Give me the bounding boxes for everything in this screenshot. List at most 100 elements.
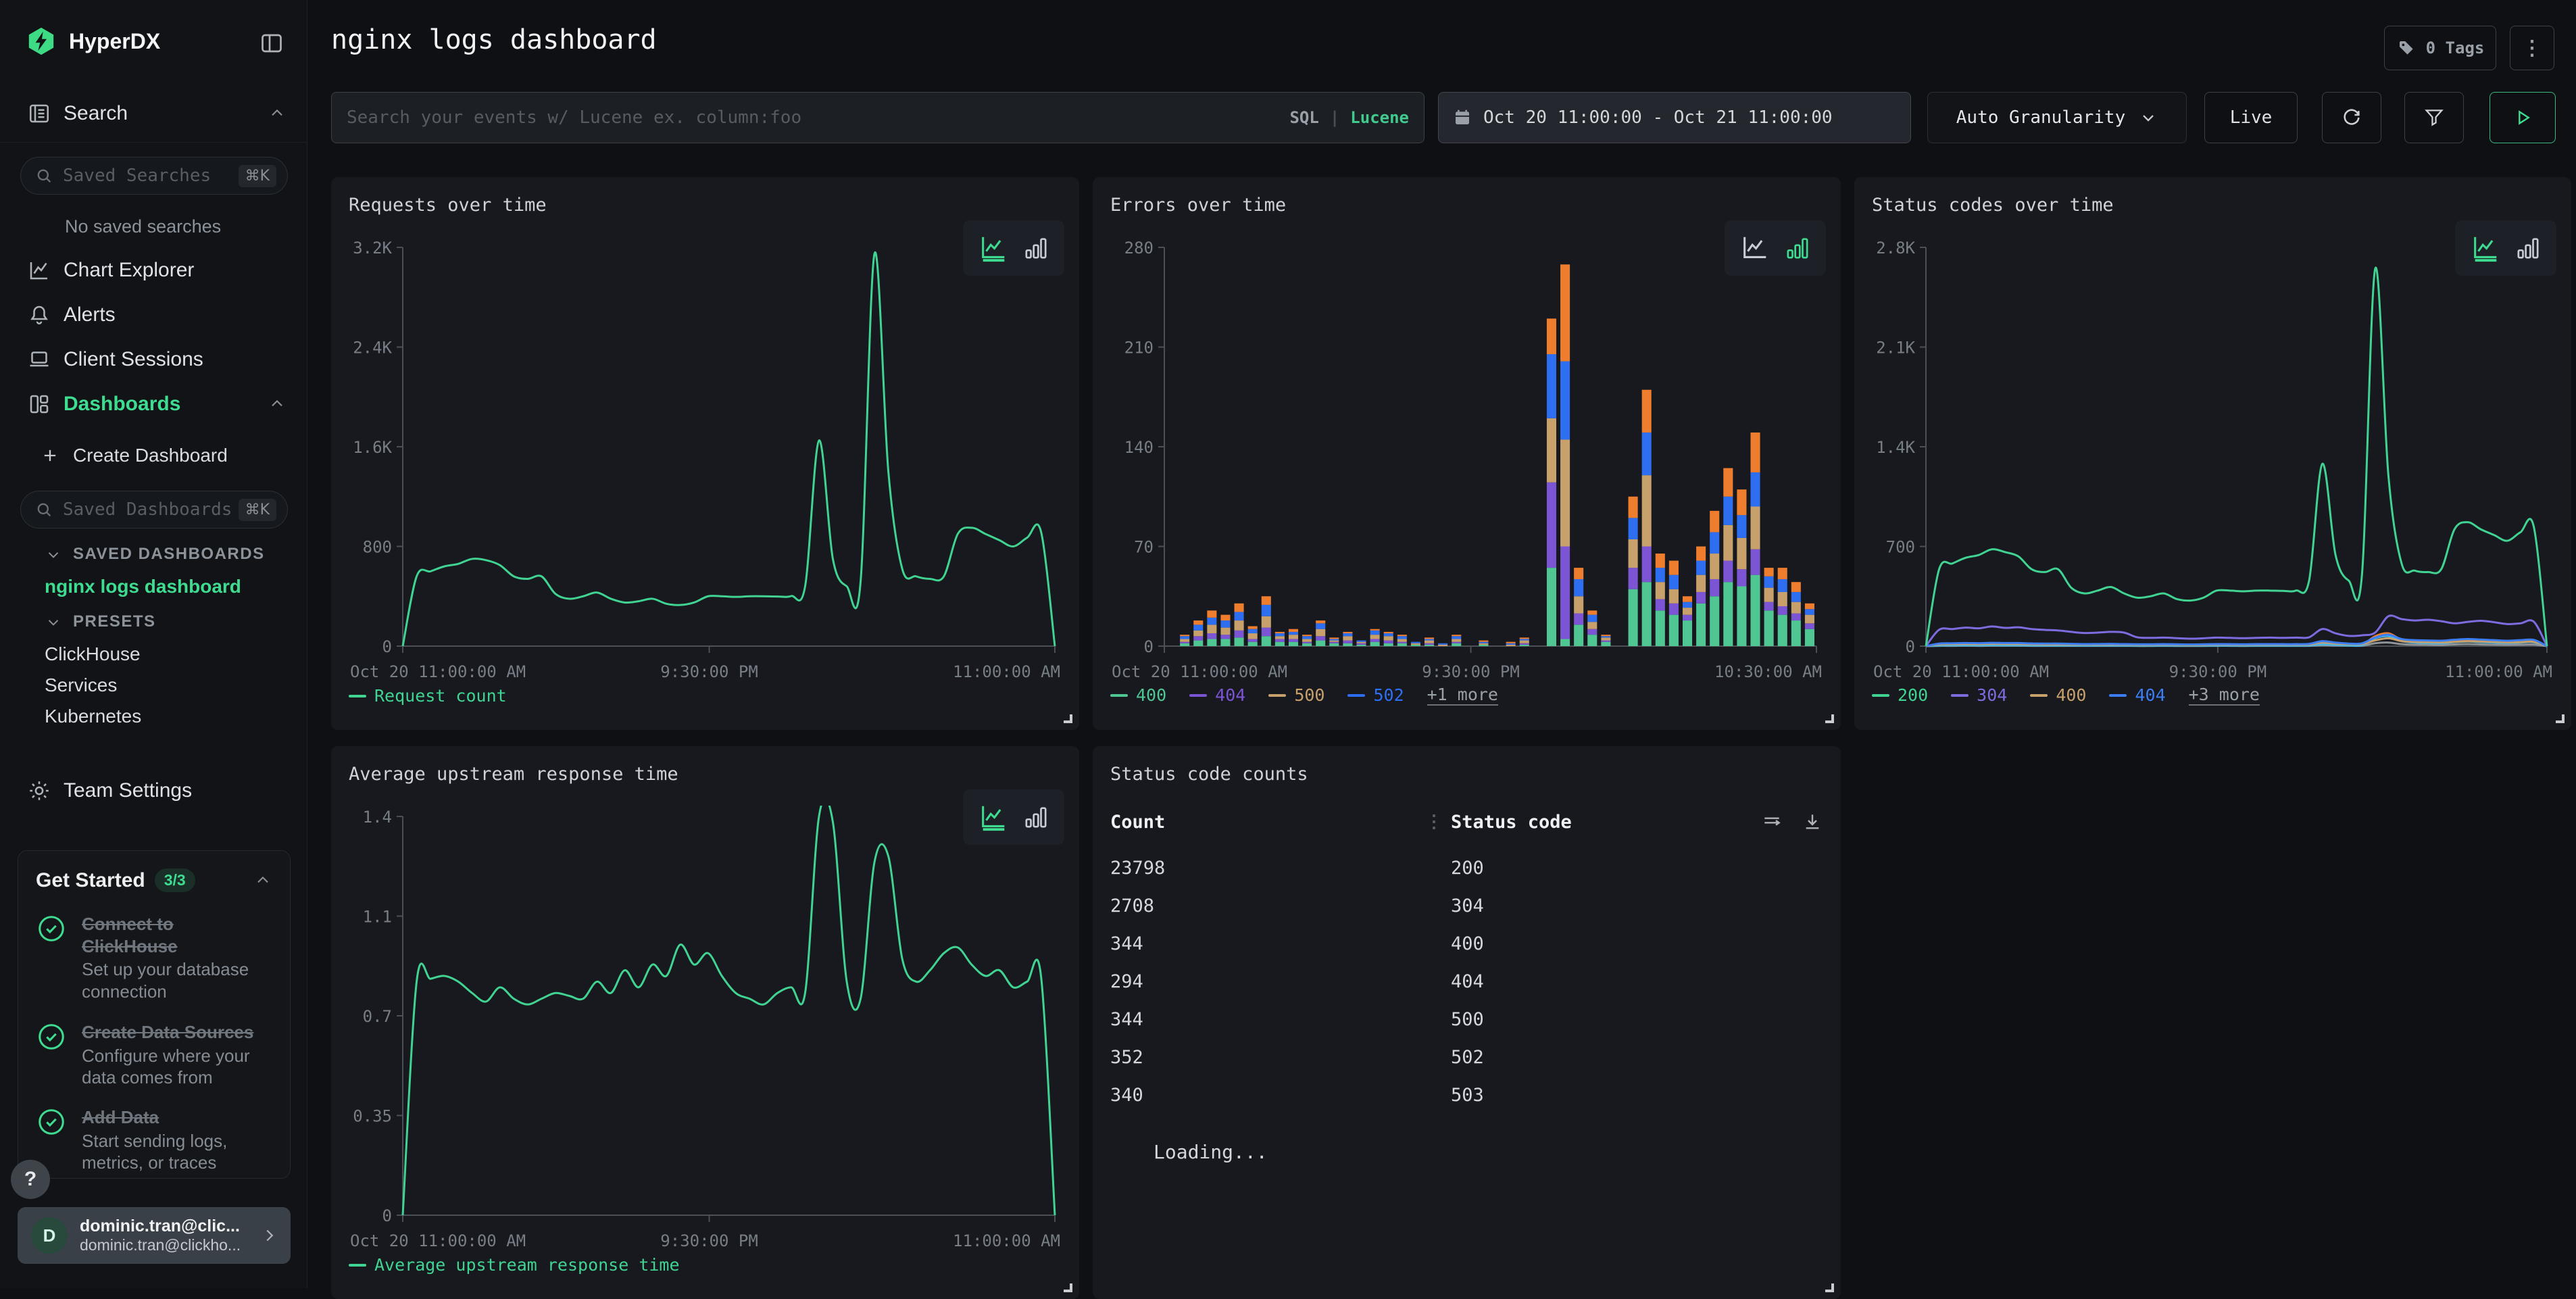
sidebar-item-clickhouse[interactable]: ClickHouse	[45, 643, 141, 665]
search-icon	[34, 500, 53, 519]
table-row[interactable]: 344500	[1110, 1000, 1823, 1038]
legend-item[interactable]: 400	[1110, 685, 1166, 705]
saved-dashboards-group[interactable]: SAVED DASHBOARDS	[45, 545, 265, 564]
column-header-status-code[interactable]: Status code	[1451, 812, 1572, 833]
column-drag-handle[interactable]: ⋮	[1425, 812, 1451, 832]
legend-item[interactable]: Average upstream response time	[349, 1255, 680, 1275]
table-row[interactable]: 340503	[1110, 1076, 1823, 1114]
saved-dashboards-search[interactable]: ⌘K	[20, 491, 288, 529]
table-row[interactable]: 2708304	[1110, 887, 1823, 925]
sidebar-item-services[interactable]: Services	[45, 675, 117, 696]
lucene-toggle[interactable]: Lucene	[1350, 108, 1409, 127]
filter-button[interactable]	[2404, 92, 2464, 143]
shortcut-badge: ⌘K	[239, 499, 276, 521]
table-body: 23798200 2708304 344400 294404 344500 35…	[1110, 849, 1823, 1114]
chart-legend: 400 404 500 502 +1 more	[1110, 685, 1498, 706]
svg-text:1.6K: 1.6K	[353, 438, 392, 457]
sidebar-item-nginx-dashboard[interactable]: nginx logs dashboard	[45, 576, 241, 597]
user-menu[interactable]: D dominic.tran@clic... dominic.tran@clic…	[18, 1207, 291, 1264]
sidebar-item-label: Team Settings	[64, 779, 192, 802]
sidebar-item-client-sessions[interactable]: Client Sessions	[27, 347, 287, 372]
get-started-item-desc: Configure where your data comes from	[82, 1045, 272, 1089]
page-title: nginx logs dashboard	[331, 24, 657, 55]
table-row[interactable]: 294404	[1110, 962, 1823, 1000]
check-circle-icon	[36, 913, 67, 1002]
sidebar-item-dashboards[interactable]: Dashboards	[27, 392, 287, 416]
sidebar-item-alerts[interactable]: Alerts	[27, 303, 287, 327]
sidebar-item-team-settings[interactable]: Team Settings	[27, 779, 192, 803]
table-row[interactable]: 344400	[1110, 925, 1823, 962]
get-started-item-title: Add Data	[82, 1106, 272, 1129]
sql-toggle[interactable]: SQL	[1289, 108, 1318, 127]
granularity-select[interactable]: Auto Granularity	[1927, 92, 2187, 143]
run-query-button[interactable]	[2490, 92, 2556, 143]
table-row[interactable]: 352502	[1110, 1038, 1823, 1076]
cell-status: 304	[1425, 896, 1484, 916]
saved-dashboards-label: SAVED DASHBOARDS	[73, 545, 265, 564]
no-saved-searches-text: No saved searches	[65, 216, 221, 237]
brand-row[interactable]: HyperDX	[26, 24, 160, 58]
get-started-item[interactable]: Add Data Start sending logs, metrics, or…	[36, 1106, 272, 1174]
resize-handle[interactable]	[1825, 714, 1834, 723]
svg-text:1.1: 1.1	[363, 908, 392, 927]
legend-item[interactable]: 400	[2030, 685, 2086, 705]
resize-handle[interactable]	[2556, 714, 2565, 723]
cell-count: 294	[1110, 971, 1425, 992]
svg-text:0: 0	[382, 637, 392, 656]
saved-searches-search[interactable]: ⌘K	[20, 157, 288, 195]
sidebar-item-kubernetes[interactable]: Kubernetes	[45, 706, 141, 727]
chevron-up-icon[interactable]	[253, 871, 272, 890]
user-name: dominic.tran@clic...	[80, 1217, 241, 1236]
download-icon[interactable]	[1802, 811, 1823, 833]
legend-item[interactable]: 404	[1189, 685, 1245, 705]
column-header-count[interactable]: Count	[1110, 812, 1425, 833]
resize-handle[interactable]	[1064, 714, 1072, 723]
svg-text:11:00:00 AM: 11:00:00 AM	[953, 662, 1060, 681]
panel-status-code-counts: Status code counts Count ⋮ Status code 2…	[1093, 746, 1841, 1299]
panel-title: Average upstream response time	[349, 764, 678, 785]
svg-text:11:00:00 AM: 11:00:00 AM	[953, 1231, 1060, 1250]
svg-text:Oct 20 11:00:00 AM: Oct 20 11:00:00 AM	[1873, 662, 2049, 681]
legend-item[interactable]: 500	[1268, 685, 1324, 705]
get-started-badge: 3/3	[155, 868, 195, 892]
legend-item[interactable]: Request count	[349, 686, 507, 706]
refresh-button[interactable]	[2322, 92, 2381, 143]
event-search-input[interactable]	[347, 107, 1289, 128]
saved-searches-input[interactable]	[63, 166, 239, 186]
legend-item[interactable]: 304	[1951, 685, 2007, 705]
create-dashboard-label: Create Dashboard	[73, 445, 228, 466]
tags-button[interactable]: 0 Tags	[2384, 26, 2496, 70]
saved-dashboards-input[interactable]	[63, 499, 239, 520]
search-section-icon	[27, 101, 51, 126]
help-button[interactable]: ?	[11, 1160, 50, 1199]
event-search-bar[interactable]: SQL | Lucene	[331, 92, 1425, 143]
live-button[interactable]: Live	[2204, 92, 2298, 143]
svg-text:2.4K: 2.4K	[353, 339, 392, 358]
sidebar-item-search[interactable]: Search	[27, 99, 287, 128]
sidebar-item-chart-explorer[interactable]: Chart Explorer	[27, 258, 287, 283]
wrap-lines-icon[interactable]	[1761, 811, 1783, 833]
svg-text:0.7: 0.7	[363, 1007, 392, 1026]
legend-more-link[interactable]: +1 more	[1427, 685, 1498, 706]
panel-requests-over-time: Requests over time 3.2K2.4K1.6K8000Oct 2…	[331, 177, 1079, 730]
get-started-title: Get Started	[36, 869, 145, 892]
get-started-item[interactable]: Connect to ClickHouse Set up your databa…	[36, 913, 272, 1002]
legend-more-link[interactable]: +3 more	[2189, 685, 2260, 706]
create-dashboard-button[interactable]: Create Dashboard	[41, 445, 228, 466]
chevron-up-icon	[268, 395, 287, 414]
time-range-picker[interactable]: Oct 20 11:00:00 - Oct 21 11:00:00	[1438, 92, 1911, 143]
chevron-down-icon	[2139, 108, 2158, 127]
brand-name: HyperDX	[69, 29, 160, 54]
get-started-item[interactable]: Create Data Sources Configure where your…	[36, 1021, 272, 1089]
svg-text:0: 0	[1906, 637, 1915, 656]
legend-item[interactable]: 404	[2109, 685, 2165, 705]
legend-item[interactable]: 502	[1347, 685, 1404, 705]
chevron-up-icon	[268, 104, 287, 123]
get-started-card: Get Started 3/3 Connect to ClickHouse Se…	[18, 850, 291, 1179]
table-row[interactable]: 23798200	[1110, 849, 1823, 887]
live-label: Live	[2230, 107, 2273, 128]
collapse-sidebar-icon[interactable]	[258, 31, 285, 55]
legend-item[interactable]: 200	[1872, 685, 1928, 705]
presets-group[interactable]: PRESETS	[45, 612, 156, 631]
more-options-button[interactable]: ⋮	[2510, 26, 2554, 70]
